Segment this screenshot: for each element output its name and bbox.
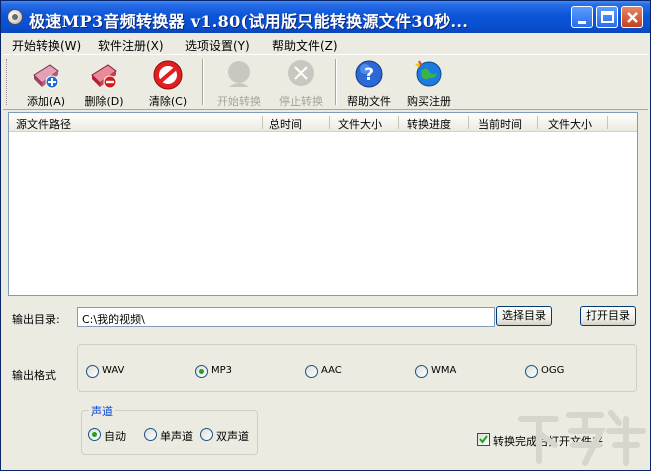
column-divider[interactable] — [262, 116, 263, 129]
toolbar-separator — [202, 59, 204, 105]
column-total-time[interactable]: 总时间 — [269, 116, 302, 132]
clear-label: 清除(C) — [148, 95, 188, 108]
delete-file-icon — [91, 64, 117, 89]
stop-convert-button[interactable]: 停止转换 — [273, 57, 329, 109]
menu-options[interactable]: 选项设置(Y) — [185, 37, 250, 54]
clear-no-icon — [153, 60, 183, 90]
file-list[interactable]: 源文件路径 总时间 文件大小 转换进度 当前时间 文件大小 — [8, 112, 638, 296]
title-bar[interactable]: 极速MP3音频转换器 v1.80(试用版只能转换源文件30秒... — [1, 1, 650, 33]
add-label: 添加(A) — [26, 95, 66, 108]
stop-convert-label: 停止转换 — [279, 95, 323, 108]
column-divider[interactable] — [329, 116, 330, 129]
buy-register-button[interactable]: 购买注册 — [401, 57, 457, 109]
column-output-size[interactable]: 文件大小 — [548, 116, 592, 132]
radio-circle — [200, 428, 213, 441]
radio-circle-selected — [195, 365, 208, 378]
format-wma-label: WMA — [431, 365, 457, 376]
column-source-path[interactable]: 源文件路径 — [16, 116, 71, 132]
app-window: 极速MP3音频转换器 v1.80(试用版只能转换源文件30秒... 开始转换(W… — [0, 0, 651, 471]
format-ogg-label: OGG — [541, 365, 565, 376]
svg-text:?: ? — [364, 65, 374, 85]
toolbar-separator — [335, 59, 337, 105]
help-file-label: 帮助文件 — [347, 95, 391, 108]
open-folder-checkbox[interactable] — [477, 433, 490, 446]
start-convert-button[interactable]: 开始转换 — [211, 57, 267, 109]
window-title: 极速MP3音频转换器 v1.80(试用版只能转换源文件30秒... — [29, 12, 469, 31]
output-dir-label: 输出目录: — [12, 313, 60, 326]
output-dir-field[interactable]: C:\我的视频\ — [77, 307, 495, 327]
toolbar: 添加(A) 删除(D) 清除(C) 开始转换 停止转换 ? 帮助文件 购买注册 — [3, 54, 648, 110]
radio-circle — [144, 428, 157, 441]
radio-circle — [86, 365, 99, 378]
maximize-button[interactable] — [596, 6, 618, 28]
menu-bar: 开始转换(W) 软件注册(X) 选项设置(Y) 帮助文件(Z) — [1, 33, 650, 54]
maximize-icon — [601, 11, 614, 23]
checkmark-icon — [479, 435, 488, 444]
column-divider[interactable] — [468, 116, 469, 129]
menu-register[interactable]: 软件注册(X) — [98, 37, 164, 54]
column-file-size[interactable]: 文件大小 — [338, 116, 382, 132]
column-divider[interactable] — [607, 116, 608, 129]
radio-circle-selected — [88, 428, 101, 441]
stop-convert-icon — [288, 60, 314, 86]
column-current-time[interactable]: 当前时间 — [478, 116, 522, 132]
column-divider[interactable] — [398, 116, 399, 129]
toolbar-grip[interactable] — [6, 59, 9, 105]
radio-circle — [415, 365, 428, 378]
add-button[interactable]: 添加(A) — [21, 57, 71, 109]
minimize-button[interactable] — [571, 6, 593, 28]
delete-button[interactable]: 删除(D) — [79, 57, 129, 109]
radio-circle — [525, 365, 538, 378]
choose-dir-button[interactable]: 选择目录 — [496, 306, 552, 326]
menu-help[interactable]: 帮助文件(Z) — [272, 37, 338, 54]
site-watermark-logo — [518, 410, 646, 466]
delete-label: 删除(D) — [84, 95, 124, 108]
format-wav-label: WAV — [102, 365, 125, 376]
globe-icon — [415, 60, 442, 87]
open-dir-button[interactable]: 打开目录 — [580, 306, 636, 326]
help-file-button[interactable]: ? 帮助文件 — [341, 57, 397, 109]
output-format-label: 输出格式 — [12, 369, 56, 382]
channel-stereo-label: 双声道 — [216, 430, 249, 443]
close-button[interactable] — [621, 6, 643, 28]
channel-legend: 声道 — [89, 403, 115, 419]
column-progress[interactable]: 转换进度 — [407, 116, 451, 132]
buy-register-label: 购买注册 — [407, 95, 451, 108]
channel-mono-label: 单声道 — [160, 430, 193, 443]
minimize-icon — [578, 21, 586, 24]
start-convert-label: 开始转换 — [217, 95, 261, 108]
menu-start-convert[interactable]: 开始转换(W) — [12, 37, 81, 54]
file-list-header: 源文件路径 总时间 文件大小 转换进度 当前时间 文件大小 — [9, 113, 637, 132]
channel-auto-label: 自动 — [104, 430, 126, 443]
column-divider[interactable] — [537, 116, 538, 129]
help-icon: ? — [355, 60, 383, 88]
start-convert-icon — [228, 61, 250, 87]
close-icon — [627, 12, 638, 23]
add-file-icon — [33, 64, 59, 89]
format-mp3-label: MP3 — [211, 365, 233, 376]
app-disc-icon[interactable] — [7, 9, 23, 25]
radio-circle — [305, 365, 318, 378]
format-aac-label: AAC — [321, 365, 342, 376]
clear-button[interactable]: 清除(C) — [142, 57, 194, 109]
